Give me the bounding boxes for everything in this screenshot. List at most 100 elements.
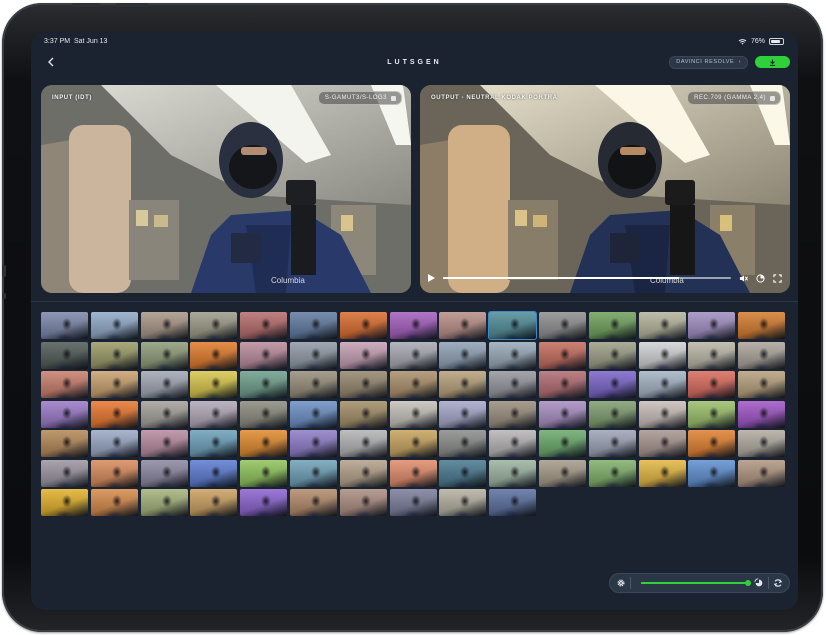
lut-thumbnail[interactable]	[90, 371, 138, 398]
lut-thumbnail[interactable]	[538, 312, 586, 339]
compare-icon[interactable]	[754, 578, 764, 588]
lut-thumbnail[interactable]	[688, 430, 736, 457]
lut-thumbnail[interactable]	[439, 489, 487, 516]
lut-thumbnail[interactable]	[190, 341, 238, 369]
lut-thumbnail[interactable]	[190, 430, 238, 457]
lut-thumbnail[interactable]	[738, 341, 786, 369]
lut-thumbnail[interactable]	[140, 400, 188, 428]
lut-thumbnail[interactable]	[638, 371, 686, 398]
lut-thumbnail[interactable]	[389, 400, 437, 428]
lut-thumbnail[interactable]	[190, 459, 238, 487]
lut-thumbnail[interactable]	[439, 459, 487, 487]
lut-thumbnail[interactable]	[289, 459, 337, 487]
refresh-icon[interactable]	[773, 578, 783, 588]
target-app-button[interactable]: DAVINCI RESOLVE ›	[669, 56, 748, 69]
lut-thumbnail[interactable]	[389, 430, 437, 457]
lut-thumbnail[interactable]	[289, 430, 337, 457]
lut-thumbnail[interactable]	[389, 312, 437, 339]
lut-thumbnail[interactable]	[738, 371, 786, 398]
intensity-slider[interactable]	[641, 580, 751, 586]
lut-thumbnail[interactable]	[638, 341, 686, 369]
lut-thumbnail[interactable]	[90, 341, 138, 369]
lut-thumbnail[interactable]	[638, 430, 686, 457]
lut-thumbnail[interactable]	[488, 311, 538, 340]
mute-icon[interactable]	[739, 274, 748, 283]
lut-thumbnail[interactable]	[688, 341, 736, 369]
lut-thumbnail[interactable]	[439, 400, 487, 428]
lut-thumbnail[interactable]	[538, 341, 586, 369]
lut-thumbnail[interactable]	[738, 430, 786, 457]
lut-thumbnail[interactable]	[339, 371, 387, 398]
lut-thumbnail[interactable]	[538, 459, 586, 487]
lut-thumbnail[interactable]	[538, 400, 586, 428]
lut-thumbnail[interactable]	[289, 371, 337, 398]
lut-thumbnail[interactable]	[90, 312, 138, 339]
lut-thumbnail[interactable]	[41, 459, 88, 487]
lut-thumbnail[interactable]	[389, 459, 437, 487]
lut-thumbnail[interactable]	[339, 341, 387, 369]
lut-thumbnail[interactable]	[190, 489, 238, 516]
lut-thumbnail[interactable]	[240, 459, 288, 487]
lut-thumbnail[interactable]	[41, 312, 88, 339]
lut-thumbnail[interactable]	[240, 341, 288, 369]
lut-thumbnail[interactable]	[389, 489, 437, 516]
lut-thumbnail[interactable]	[90, 459, 138, 487]
lut-thumbnail[interactable]	[41, 371, 88, 398]
lut-thumbnail[interactable]	[339, 400, 387, 428]
lut-thumbnail[interactable]	[339, 312, 387, 339]
lut-thumbnail[interactable]	[90, 430, 138, 457]
lut-thumbnail[interactable]	[489, 489, 537, 516]
lut-thumbnail[interactable]	[140, 459, 188, 487]
output-preview[interactable]: Columbia OUTPUT - NEUTRAL KODAK PORTRA R…	[420, 85, 790, 293]
lut-thumbnail[interactable]	[339, 459, 387, 487]
lut-thumbnail[interactable]	[489, 459, 537, 487]
lut-thumbnail[interactable]	[489, 341, 537, 369]
output-colorspace-button[interactable]: REC.709 (GAMMA 2.4)	[687, 91, 781, 105]
lut-thumbnail[interactable]	[339, 489, 387, 516]
lut-thumbnail[interactable]	[738, 459, 786, 487]
lut-thumbnail[interactable]	[240, 400, 288, 428]
lut-thumbnail[interactable]	[588, 312, 636, 339]
playback-scrubber[interactable]	[443, 277, 731, 279]
lut-thumbnail[interactable]	[688, 400, 736, 428]
lut-thumbnail[interactable]	[588, 430, 636, 457]
fullscreen-icon[interactable]	[773, 273, 782, 283]
pip-icon[interactable]	[756, 273, 765, 283]
lut-thumbnail[interactable]	[688, 459, 736, 487]
lut-thumbnail[interactable]	[41, 400, 88, 428]
download-button[interactable]	[755, 56, 790, 68]
lut-thumbnail[interactable]	[41, 341, 88, 369]
lut-thumbnail[interactable]	[489, 400, 537, 428]
lut-thumbnail[interactable]	[638, 312, 686, 339]
lut-thumbnail[interactable]	[90, 400, 138, 428]
lut-thumbnail[interactable]	[140, 371, 188, 398]
lut-thumbnail[interactable]	[240, 312, 288, 339]
lut-thumbnail[interactable]	[289, 400, 337, 428]
lut-thumbnail[interactable]	[738, 400, 786, 428]
lut-thumbnail[interactable]	[289, 489, 337, 516]
lut-thumbnail[interactable]	[439, 312, 487, 339]
lut-thumbnail[interactable]	[289, 341, 337, 369]
lut-thumbnail[interactable]	[339, 430, 387, 457]
lut-thumbnail[interactable]	[638, 400, 686, 428]
lut-thumbnail[interactable]	[389, 371, 437, 398]
lut-thumbnail[interactable]	[588, 459, 636, 487]
input-preview[interactable]: Columbia INPUT (IDT) S-GAMUT3/S-LOG3	[41, 85, 411, 293]
lut-thumbnail[interactable]	[489, 371, 537, 398]
play-icon[interactable]	[428, 274, 435, 282]
lut-thumbnail[interactable]	[538, 371, 586, 398]
lut-thumbnail[interactable]	[588, 371, 636, 398]
lut-thumbnail[interactable]	[140, 489, 188, 516]
lut-thumbnail[interactable]	[240, 489, 288, 516]
slider-knob[interactable]	[745, 580, 751, 586]
lut-thumbnail[interactable]	[588, 341, 636, 369]
lut-thumbnail[interactable]	[688, 371, 736, 398]
lut-thumbnail[interactable]	[190, 400, 238, 428]
lut-thumbnail[interactable]	[538, 430, 586, 457]
lut-thumbnail[interactable]	[190, 371, 238, 398]
lut-thumbnail[interactable]	[489, 430, 537, 457]
lut-thumbnail[interactable]	[389, 341, 437, 369]
input-colorspace-button[interactable]: S-GAMUT3/S-LOG3	[317, 91, 402, 105]
lut-thumbnail[interactable]	[289, 312, 337, 339]
lut-thumbnail[interactable]	[638, 459, 686, 487]
